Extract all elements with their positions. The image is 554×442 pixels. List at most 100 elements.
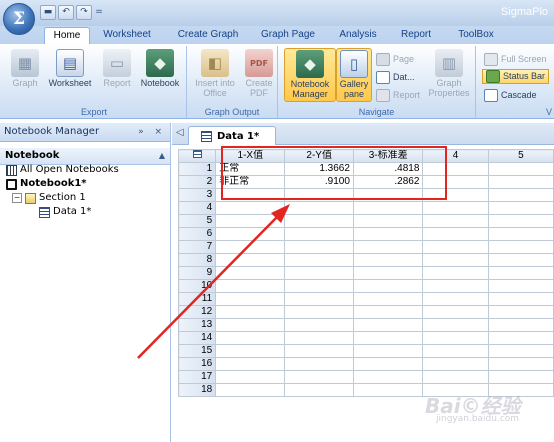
row-header[interactable]: 3	[177, 188, 217, 202]
row-header[interactable]: 13	[177, 318, 217, 332]
redo-icon[interactable]: ↷	[76, 5, 92, 20]
table-cell[interactable]	[487, 162, 554, 176]
tab-create-graph[interactable]: Create Graph	[170, 27, 246, 44]
table-cell[interactable]	[487, 266, 554, 280]
insert-into-office-button[interactable]: ◧ Insert into Office	[189, 48, 241, 102]
row-header[interactable]: 7	[177, 240, 217, 254]
tree-item-notebook1[interactable]: Notebook1*	[6, 177, 87, 191]
save-icon[interactable]: ▬	[40, 5, 56, 20]
select-all-corner[interactable]	[177, 149, 217, 163]
tab-report[interactable]: Report	[392, 27, 440, 44]
table-cell[interactable]: .2862	[352, 175, 424, 189]
table-cell[interactable]	[352, 266, 424, 280]
column-header-1[interactable]: 1-X值	[215, 149, 286, 163]
table-cell[interactable]	[284, 383, 354, 397]
table-cell[interactable]	[215, 357, 286, 371]
tree-item-all-open-notebooks[interactable]: All Open Notebooks	[6, 163, 119, 177]
table-cell[interactable]	[487, 188, 554, 202]
row-header[interactable]: 15	[177, 344, 217, 358]
table-cell[interactable]	[422, 214, 489, 228]
tab-worksheet[interactable]: Worksheet	[96, 27, 158, 44]
row-header[interactable]: 14	[177, 331, 217, 345]
collapse-arrow-icon[interactable]: ▲	[159, 148, 165, 164]
table-cell[interactable]	[215, 188, 286, 202]
tab-home[interactable]: Home	[44, 27, 90, 44]
table-cell[interactable]	[422, 318, 489, 332]
table-cell[interactable]	[487, 240, 554, 254]
tab-data1[interactable]: Data 1*	[188, 126, 276, 145]
table-cell[interactable]	[215, 253, 286, 267]
table-cell[interactable]	[352, 188, 424, 202]
table-cell[interactable]: .4818	[352, 162, 424, 176]
table-cell[interactable]	[215, 318, 286, 332]
tree-item-section1[interactable]: − Section 1	[12, 191, 86, 205]
column-header-4[interactable]: 4	[422, 149, 489, 163]
table-cell[interactable]	[284, 201, 354, 215]
notebook-manager-button[interactable]: ◆ Notebook Manager	[284, 48, 336, 102]
row-header[interactable]: 17	[177, 370, 217, 384]
table-cell[interactable]	[422, 253, 489, 267]
table-cell[interactable]	[215, 331, 286, 345]
table-cell[interactable]	[215, 214, 286, 228]
table-cell[interactable]	[352, 214, 424, 228]
table-cell[interactable]	[284, 240, 354, 254]
table-cell[interactable]	[487, 331, 554, 345]
row-header[interactable]: 2	[177, 175, 217, 189]
row-header[interactable]: 5	[177, 214, 217, 228]
table-cell[interactable]	[284, 266, 354, 280]
table-cell[interactable]: .9100	[284, 175, 354, 189]
tree-item-data1[interactable]: Data 1*	[39, 205, 91, 219]
page-button[interactable]: Page	[376, 52, 414, 67]
table-cell[interactable]	[215, 383, 286, 397]
table-cell[interactable]	[422, 357, 489, 371]
table-cell[interactable]	[422, 266, 489, 280]
row-header[interactable]: 4	[177, 201, 217, 215]
table-cell[interactable]	[422, 292, 489, 306]
table-cell[interactable]	[284, 357, 354, 371]
table-cell[interactable]: 非正常	[215, 175, 286, 189]
table-cell[interactable]	[284, 370, 354, 384]
table-cell[interactable]: 正常	[215, 162, 286, 176]
row-header[interactable]: 1	[177, 162, 217, 176]
row-header[interactable]: 16	[177, 357, 217, 371]
data-button[interactable]: Dat...	[376, 70, 415, 85]
table-cell[interactable]	[487, 344, 554, 358]
table-cell[interactable]	[422, 331, 489, 345]
export-worksheet-button[interactable]: ▤ Worksheet	[44, 48, 96, 102]
table-cell[interactable]	[215, 305, 286, 319]
cascade-button[interactable]: Cascade	[484, 88, 537, 103]
table-cell[interactable]	[487, 318, 554, 332]
table-cell[interactable]	[284, 344, 354, 358]
export-notebook-button[interactable]: ◆ Notebook	[136, 48, 184, 102]
table-cell[interactable]	[352, 240, 424, 254]
table-cell[interactable]	[487, 201, 554, 215]
collapse-icon[interactable]: −	[12, 193, 22, 203]
table-cell[interactable]	[422, 370, 489, 384]
table-cell[interactable]	[215, 240, 286, 254]
table-cell[interactable]	[487, 253, 554, 267]
table-cell[interactable]	[487, 279, 554, 293]
worksheet-grid[interactable]: 1-X值 2-Y值 3-标准差 4 5 1 正常 1.3662.4818 2 非正常 .9…	[177, 149, 554, 397]
data-table[interactable]: 1-X值 2-Y值 3-标准差 4 5 1 正常 1.3662.4818 2 非正常 .9…	[177, 149, 554, 397]
table-cell[interactable]	[352, 227, 424, 241]
table-cell[interactable]	[487, 175, 554, 189]
row-header[interactable]: 6	[177, 227, 217, 241]
table-cell[interactable]	[487, 357, 554, 371]
table-cell[interactable]	[422, 344, 489, 358]
table-cell[interactable]	[352, 383, 424, 397]
table-cell[interactable]	[487, 227, 554, 241]
table-cell[interactable]	[422, 240, 489, 254]
table-cell[interactable]	[487, 305, 554, 319]
table-cell[interactable]	[215, 266, 286, 280]
create-pdf-button[interactable]: PDF Create PDF	[241, 48, 277, 102]
table-cell[interactable]	[352, 318, 424, 332]
table-cell[interactable]	[352, 370, 424, 384]
qat-customize-icon[interactable]: =	[94, 5, 104, 21]
table-cell[interactable]	[215, 201, 286, 215]
row-header[interactable]: 9	[177, 266, 217, 280]
application-menu-button[interactable]: Σ	[3, 3, 35, 35]
report-nav-button[interactable]: Report	[376, 88, 420, 103]
tab-analysis[interactable]: Analysis	[330, 27, 386, 44]
table-cell[interactable]	[422, 305, 489, 319]
full-screen-button[interactable]: Full Screen	[484, 52, 547, 67]
